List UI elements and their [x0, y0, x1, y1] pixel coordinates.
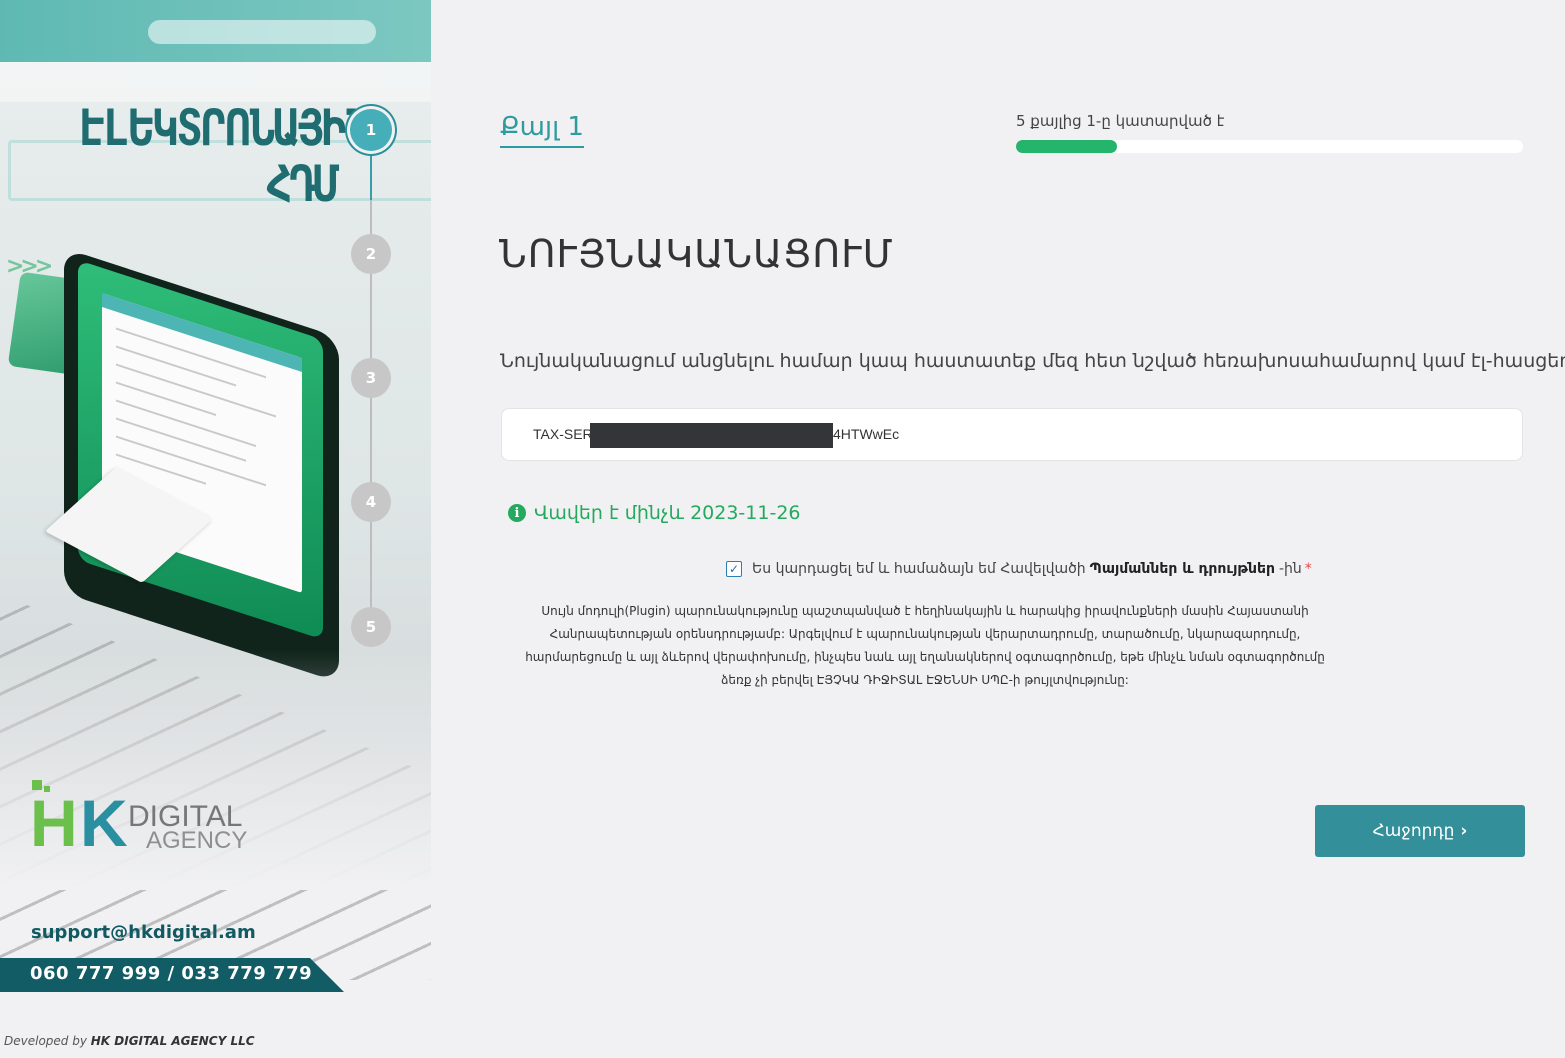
progress-bar — [1016, 140, 1523, 153]
developer-company: HK DIGITAL AGENCY LLC — [90, 1034, 255, 1048]
progress-text: 5 քայլից 1-ը կատարված է — [1016, 112, 1225, 130]
page-title: ՆՈՒՅՆԱԿԱՆԱՑՈՒՄ — [499, 232, 894, 276]
valid-until-text: Վավեր է մինչև 2023-11-26 — [534, 502, 801, 524]
step-indicator-5: 5 — [351, 607, 391, 647]
redacted-block — [590, 423, 833, 448]
agree-text-before: Ես կարդացել եմ և համաձայն եմ Հավելվածի — [752, 561, 1086, 577]
step-label: Քայլ 1 — [500, 112, 584, 148]
next-button-label: Հաջորդը — [1372, 821, 1455, 841]
terms-link[interactable]: Պայմաններ և դրույթներ — [1090, 561, 1275, 577]
step-indicator-2: 2 — [351, 234, 391, 274]
copyright-notice: Սույն մոդուլի(Plugin) պարունակությունը պ… — [525, 604, 1325, 687]
next-button[interactable]: Հաջորդը › — [1315, 805, 1525, 857]
sidebar: >>> ԷԼԵԿՏՐՈՆԱՅԻՆ ՀԴՄ 1 2 3 4 5 H K DIGIT… — [0, 0, 431, 1058]
step-indicator-1: 1 — [350, 109, 392, 151]
step-indicator-3: 3 — [351, 358, 391, 398]
brand-title: ԷԼԵԿՏՐՈՆԱՅԻՆ ՀԴՄ — [80, 100, 372, 213]
instruction-text: Նույնականացում անցնելու համար կապ հաստատ… — [500, 350, 1565, 372]
validity-note: i Վավեր է մինչև 2023-11-26 — [508, 502, 801, 524]
serial-field[interactable]: TAX-SER 4HTWwEc — [501, 408, 1523, 461]
serial-suffix: 4HTWwEc — [833, 426, 900, 442]
chevron-right-icon: › — [1460, 821, 1468, 841]
support-email[interactable]: support@hkdigital.am — [31, 922, 256, 943]
info-icon: i — [508, 504, 526, 522]
serial-prefix: TAX-SER — [533, 426, 593, 442]
terms-agreement: ✓ Ես կարդացել եմ և համաձայն եմ Հավելվածի… — [726, 561, 1312, 577]
phone-numbers: 060 777 999 / 033 779 779 — [30, 963, 313, 984]
hk-digital-logo: H K DIGITAL AGENCY — [28, 780, 258, 858]
step-indicator-4: 4 — [351, 482, 391, 522]
terms-checkbox[interactable]: ✓ — [726, 561, 742, 577]
agree-text-after: -ին — [1278, 561, 1302, 577]
phone-banner: 060 777 999 / 033 779 779 — [0, 958, 344, 992]
logo-agency-text: AGENCY — [146, 827, 248, 854]
developed-by: Developed by HK DIGITAL AGENCY LLC — [4, 1034, 255, 1048]
required-mark: * — [1304, 561, 1312, 577]
brand-title-line2: ՀԴՄ — [265, 155, 339, 213]
illustration-topbar — [0, 0, 431, 62]
brand-title-line1: ԷԼԵԿՏՐՈՆԱՅԻՆ — [80, 99, 372, 157]
progress-fill — [1016, 140, 1118, 153]
